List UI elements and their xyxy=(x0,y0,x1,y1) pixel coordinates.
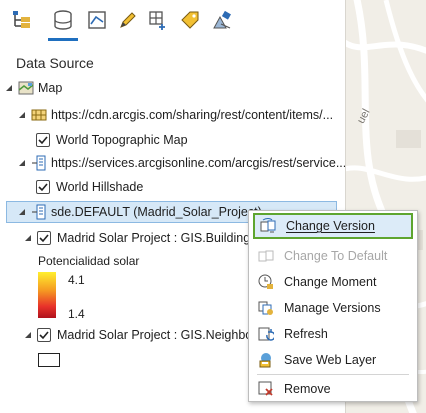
refresh-icon xyxy=(258,326,276,342)
tree-item-world-topographic[interactable]: World Topographic Map xyxy=(36,130,188,150)
menu-label-change-to-default: Change To Default xyxy=(284,249,388,263)
visibility-checkbox[interactable] xyxy=(37,328,51,342)
menu-label-refresh: Refresh xyxy=(284,327,328,341)
service-source-icon xyxy=(31,155,47,171)
tree-item-neighborhoods[interactable]: Madrid Solar Project : GIS.Neighborh xyxy=(23,325,263,345)
menu-item-remove[interactable]: Remove xyxy=(249,376,417,402)
legend-max-value: 4.1 xyxy=(68,273,85,287)
tree-label-world-hillshade: World Hillshade xyxy=(56,180,144,194)
collapse-caret-icon[interactable] xyxy=(23,330,33,340)
menu-label-save-web-layer: Save Web Layer xyxy=(284,353,377,367)
change-moment-icon xyxy=(258,274,274,290)
tree-label-map: Map xyxy=(38,81,63,95)
list-by-perspective-imagery-icon[interactable] xyxy=(210,8,234,32)
collapse-caret-icon[interactable] xyxy=(23,233,33,243)
tree-item-world-hillshade[interactable]: World Hillshade xyxy=(36,177,143,197)
tree-label-neighborhoods: Madrid Solar Project : GIS.Neighborh xyxy=(57,328,264,342)
legend-color-ramp xyxy=(38,272,56,318)
geodatabase-source-icon xyxy=(31,204,47,220)
collapse-caret-icon[interactable] xyxy=(4,83,14,93)
menu-item-save-web-layer[interactable]: Save Web Layer xyxy=(249,347,417,373)
legend-min-value: 1.4 xyxy=(68,307,85,321)
tree-item-source-cdn[interactable]: https://cdn.arcgis.com/sharing/rest/cont… xyxy=(17,105,333,125)
menu-separator xyxy=(257,374,409,375)
collapse-caret-icon[interactable] xyxy=(17,110,27,120)
menu-label-remove: Remove xyxy=(284,382,331,396)
tree-label-buildings: Madrid Solar Project : GIS.Buildings xyxy=(57,231,257,245)
contents-toolbar xyxy=(0,0,345,44)
legend-polygon-swatch xyxy=(38,353,60,367)
legend-title: Potencialidad solar xyxy=(38,254,140,268)
menu-item-change-version[interactable]: Change Version xyxy=(253,213,413,239)
collapse-caret-icon[interactable] xyxy=(17,158,27,168)
list-by-selection-icon[interactable] xyxy=(85,8,109,32)
change-version-icon xyxy=(260,218,276,234)
visibility-checkbox[interactable] xyxy=(36,133,50,147)
list-by-drawing-order-icon[interactable] xyxy=(10,8,34,32)
active-tab-indicator xyxy=(48,38,78,41)
collapse-caret-icon[interactable] xyxy=(17,207,27,217)
tree-item-source-services[interactable]: https://services.arcgisonline.com/arcgis… xyxy=(17,153,346,173)
menu-item-manage-versions[interactable]: Manage Versions xyxy=(249,295,417,321)
change-to-default-icon xyxy=(258,248,274,264)
tree-label-source-cdn: https://cdn.arcgis.com/sharing/rest/cont… xyxy=(51,108,334,122)
tree-item-source-sde[interactable]: sde.DEFAULT (Madrid_Solar_Project) xyxy=(17,202,262,222)
tree-item-buildings[interactable]: Madrid Solar Project : GIS.Buildings xyxy=(23,228,256,248)
list-by-data-source-icon[interactable] xyxy=(51,8,75,32)
map-icon xyxy=(18,80,34,96)
manage-versions-icon xyxy=(258,300,274,316)
tree-label-world-topographic: World Topographic Map xyxy=(56,133,188,147)
menu-label-manage-versions: Manage Versions xyxy=(284,301,381,315)
menu-item-change-moment[interactable]: Change Moment xyxy=(249,269,417,295)
tree-label-source-services: https://services.arcgisonline.com/arcgis… xyxy=(51,156,347,170)
visibility-checkbox[interactable] xyxy=(36,180,50,194)
visibility-checkbox[interactable] xyxy=(37,231,51,245)
tile-layer-source-icon xyxy=(31,107,47,123)
menu-item-refresh[interactable]: Refresh xyxy=(249,321,417,347)
tree-item-map[interactable]: Map xyxy=(4,78,62,98)
remove-icon xyxy=(258,381,274,397)
list-by-labeling-icon[interactable] xyxy=(178,8,202,32)
save-web-layer-icon xyxy=(258,352,274,368)
pane-heading: Data Source xyxy=(16,55,94,71)
menu-label-change-moment: Change Moment xyxy=(284,275,377,289)
context-menu: Change Version Change To Default Change … xyxy=(248,210,418,402)
list-by-snapping-icon[interactable] xyxy=(146,8,170,32)
tree-label-source-sde: sde.DEFAULT (Madrid_Solar_Project) xyxy=(51,205,262,219)
list-by-editing-icon[interactable] xyxy=(116,8,140,32)
menu-label-change-version: Change Version xyxy=(286,219,375,233)
menu-item-change-to-default[interactable]: Change To Default xyxy=(249,243,417,269)
